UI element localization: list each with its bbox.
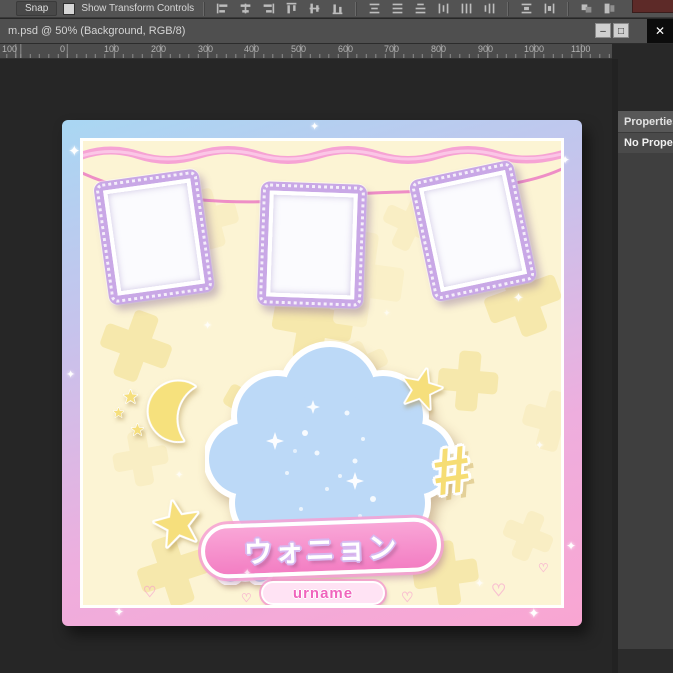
ruler-label: 200 [151,44,167,54]
stamp-photo-area [103,178,205,296]
properties-empty-message: No Properties [618,133,673,153]
show-transform-label: Show Transform Controls [81,3,195,14]
heart-icon: ♡ [401,589,414,605]
align-vertical-centers-icon[interactable] [306,1,323,16]
sparkle-icon: ✦ [114,605,125,619]
tiny-star-icon [113,407,124,418]
heart-icon: ♡ [491,581,507,600]
ruler-label: 100 [104,44,120,54]
properties-panel: Properties No Properties [618,59,673,673]
horizontal-ruler[interactable]: 100 0 100 200 300 400 500 600 700 800 90… [0,44,612,59]
star-bottom-left-icon [152,499,200,549]
sparkle-icon: ✦ [528,605,540,621]
workspace-badge[interactable] [632,0,673,13]
distribute-right-edges-icon[interactable] [481,1,498,16]
sparkle-icon: ✦ [203,320,213,332]
heart-icon: ♡ [538,561,549,575]
sparkle-icon: ✦ [243,568,252,579]
sparkle-icon: ✦ [535,440,545,452]
sparkle-icon: ✦ [560,153,571,167]
sparkle-icon: ✦ [383,308,391,318]
sparkle-icon: ✦ [68,143,81,160]
align-right-edges-icon[interactable] [260,1,277,16]
ruler-label: 300 [198,44,214,54]
title-text: ウォニョン [243,532,400,570]
ruler-label: 700 [384,44,400,54]
snap-button[interactable]: Snap [16,1,58,16]
pattern-cross [495,503,560,568]
ruler-label: 1000 [524,44,545,54]
auto-blend-layers-icon[interactable] [601,1,618,16]
options-bar: Snap Show Transform Controls [0,0,673,18]
distribute-horizontal-spacing-icon[interactable] [541,1,558,16]
minimize-button[interactable]: – [595,23,611,38]
title-badge: ウォニョン [200,516,442,580]
close-button[interactable]: ✕ [647,19,673,43]
ruler-label: 400 [244,44,260,54]
distribute-top-edges-icon[interactable] [366,1,383,16]
stamp-photo-area [266,190,358,300]
properties-panel-footer [618,649,673,673]
toolbar-separator [567,1,570,16]
document-tab-bar: m.psd @ 50% (Background, RGB/8) – □ ✕ [0,19,673,44]
photo-stamp-1 [92,168,216,306]
ruler-label: 500 [291,44,307,54]
distribute-bottom-edges-icon[interactable] [412,1,429,16]
subtitle-text: urname [292,584,354,602]
sparkle-icon: ✦ [310,121,320,133]
maximize-button[interactable]: □ [613,23,629,38]
photo-stamp-2 [256,181,368,309]
art-document[interactable]: # ウォニョン urname ♡ ♡ ♡ ♡ ♡ ✦ ✦ ✦ ✦ ✦ ✦ ✦ ✦ [62,120,582,626]
ruler-label: 100 [2,44,18,54]
align-top-edges-icon[interactable] [283,1,300,16]
sparkle-icon: ✦ [566,539,577,553]
align-left-edges-icon[interactable] [214,1,231,16]
properties-tab[interactable]: Properties [618,111,673,133]
art-background: # ウォニョン urname ♡ ♡ ♡ ♡ ♡ ✦ ✦ ✦ ✦ ✦ ✦ ✦ [80,138,564,608]
auto-align-layers-icon[interactable] [578,1,595,16]
tiny-star-icon [123,389,138,404]
toolbar-separator [507,1,510,16]
sparkle-icon: ✦ [66,369,76,381]
sparkle-icon: ✦ [475,578,485,590]
toolbar-separator [355,1,358,16]
ruler-label: 900 [478,44,494,54]
properties-panel-body [618,153,673,649]
distribute-left-edges-icon[interactable] [435,1,452,16]
ruler-label: 800 [431,44,447,54]
sparkle-icon: ✦ [175,470,184,481]
distribute-horizontal-centers-icon[interactable] [458,1,475,16]
document-tab-title[interactable]: m.psd @ 50% (Background, RGB/8) [8,25,185,37]
stamp-photo-area [418,170,528,292]
sparkle-icon: ✦ [513,290,524,305]
toolbar-separator [203,1,206,16]
subtitle-pill: urname [261,581,385,605]
ruler-label: 1100 [571,44,591,54]
distribute-vertical-centers-icon[interactable] [389,1,406,16]
canvas-area[interactable]: # ウォニョン urname ♡ ♡ ♡ ♡ ♡ ✦ ✦ ✦ ✦ ✦ ✦ ✦ ✦ [0,59,612,673]
ruler-label: 0 [60,44,66,54]
heart-icon: ♡ [143,584,157,601]
show-transform-checkbox[interactable] [63,2,76,15]
ruler-label: 600 [338,44,354,54]
tiny-star-icon [131,423,144,436]
heart-icon: ♡ [241,591,252,605]
align-bottom-edges-icon[interactable] [329,1,346,16]
distribute-vertical-spacing-icon[interactable] [518,1,535,16]
align-horizontal-centers-icon[interactable] [237,1,254,16]
